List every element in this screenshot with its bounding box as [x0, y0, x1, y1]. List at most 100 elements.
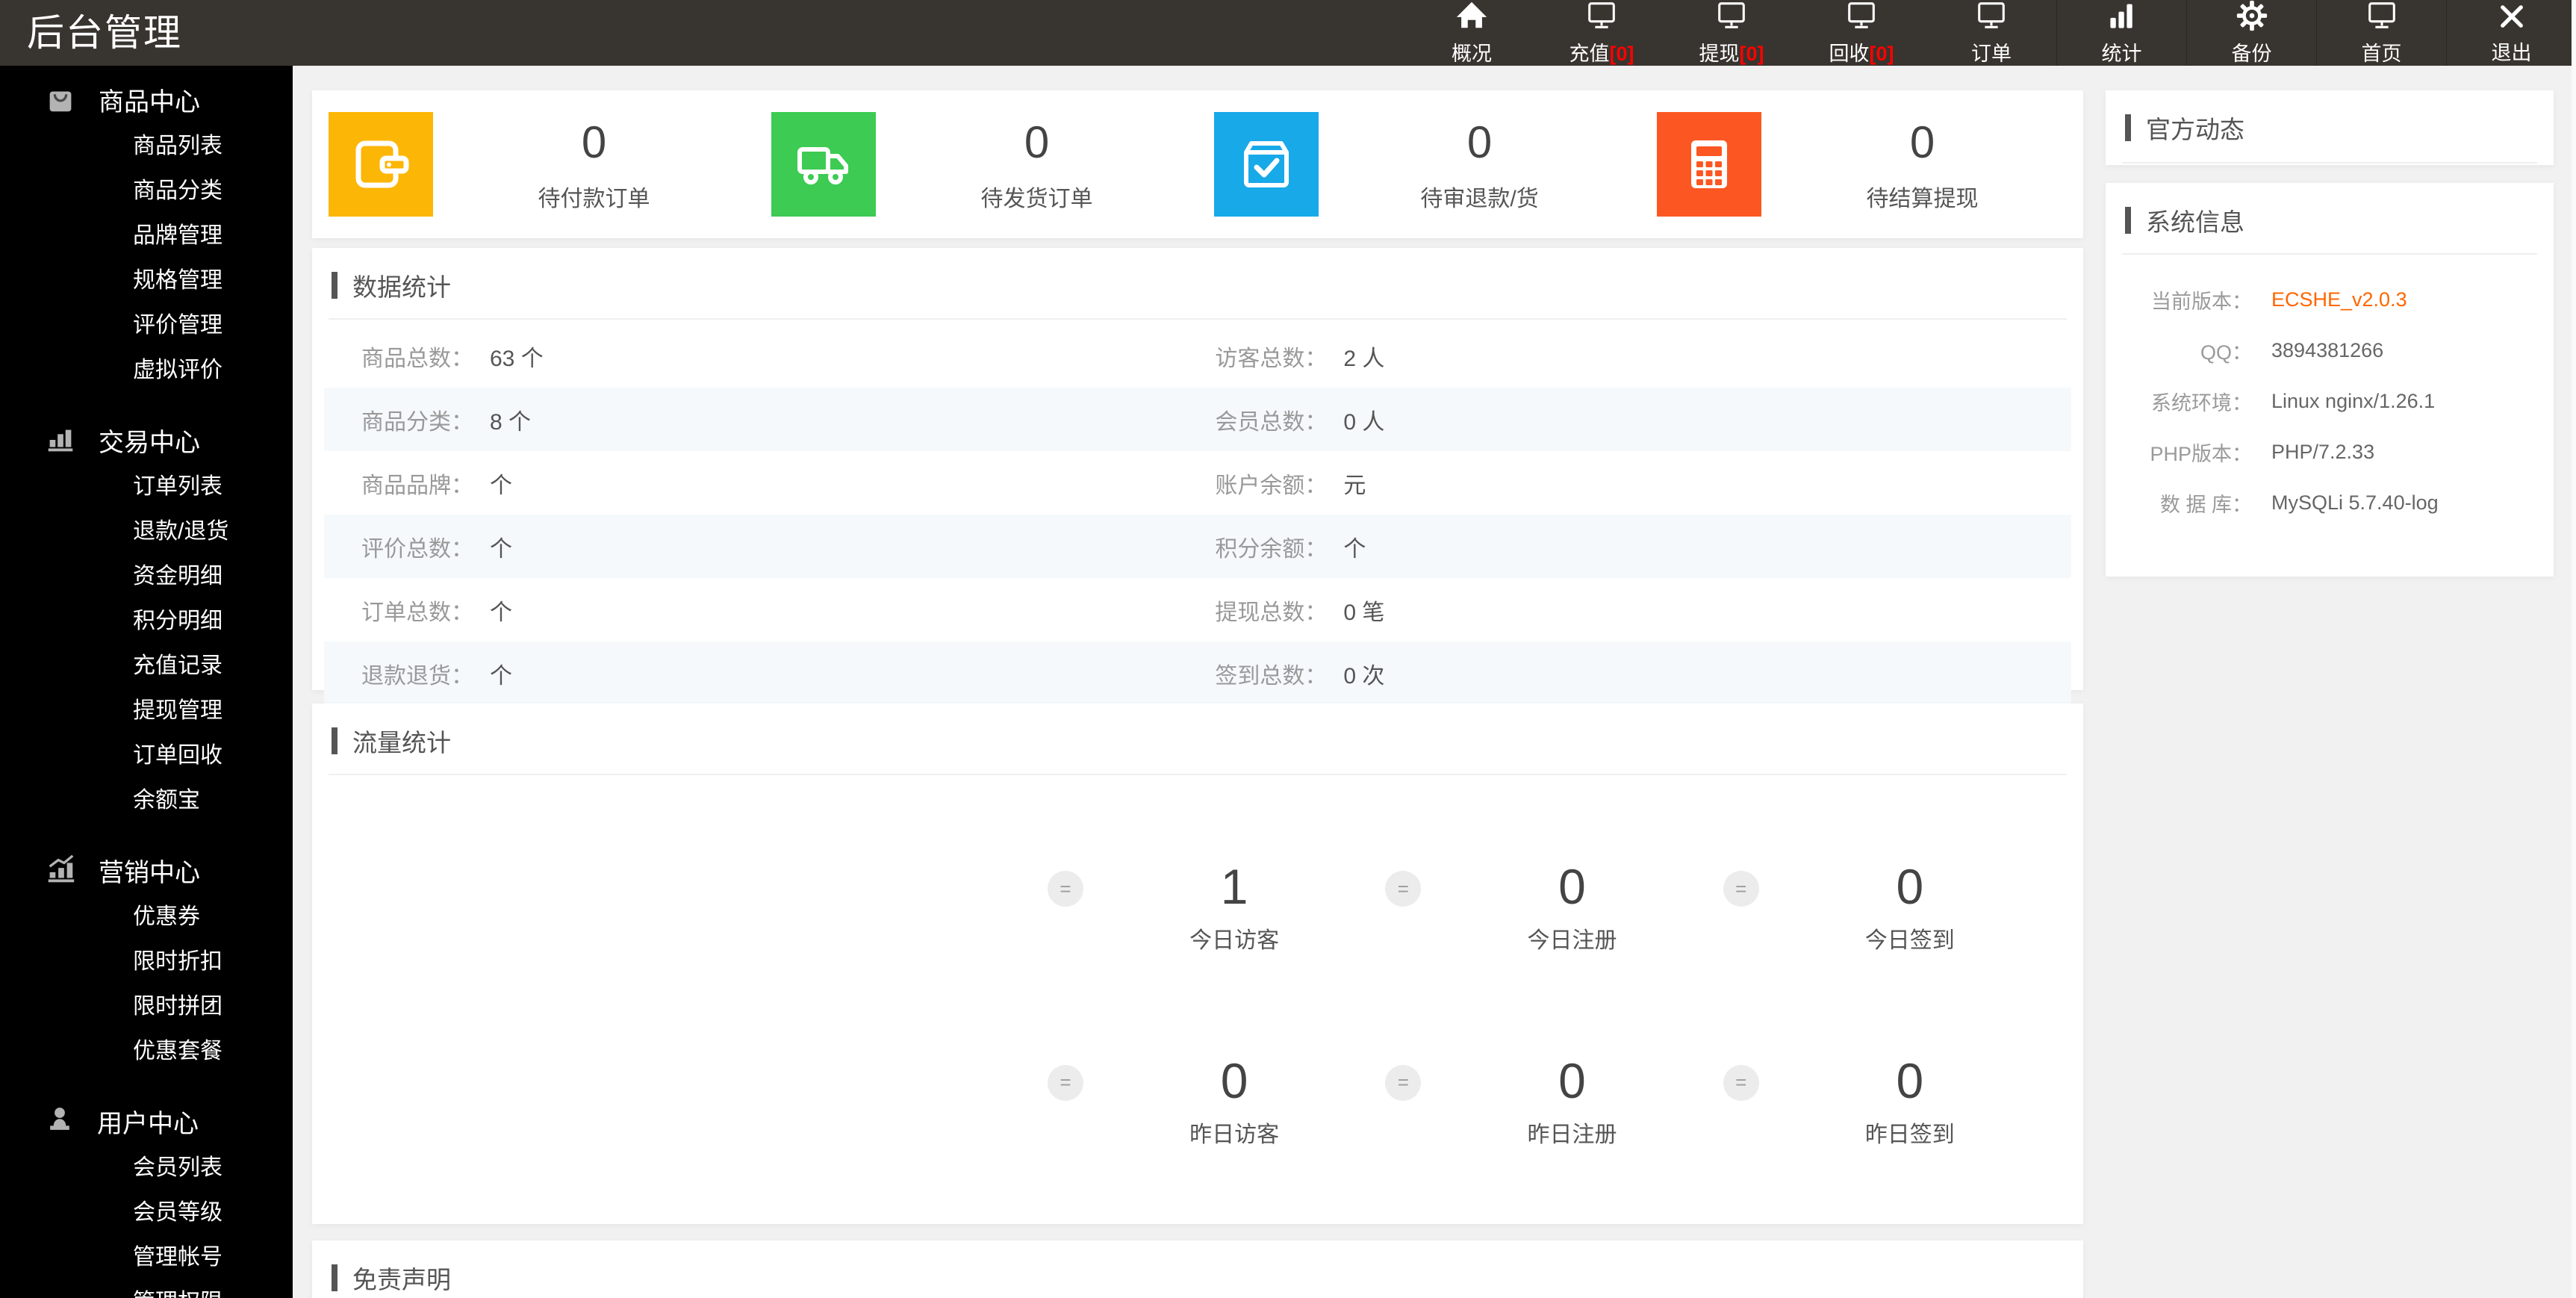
sidebar-item-member-level[interactable]: 会员等级 [0, 1190, 293, 1235]
card-value: 0 [581, 117, 607, 167]
sidebar-head-user[interactable]: 用户中心 [0, 1096, 293, 1146]
stat-value: 0 笔 [1343, 600, 1385, 625]
sidebar-item-recharge-record[interactable]: 充值记录 [0, 644, 293, 689]
traffic-stat: = 0 今日注册 [1385, 859, 1723, 954]
nav-badge: [0] [1869, 42, 1894, 65]
section-title: 官方动态 [2146, 116, 2244, 143]
sidebar-head-marketing[interactable]: 营销中心 [0, 845, 293, 895]
sidebar-section-user: 用户中心 会员列表 会员等级 管理帐号 管理权限 [0, 1096, 293, 1298]
nav-overview[interactable]: 概况 [1407, 0, 1537, 66]
info-value: Linux nginx/1.26.1 [2271, 389, 2436, 412]
bar-chart-icon [2106, 0, 2138, 33]
traffic-stat: = 0 昨日注册 [1385, 1053, 1723, 1149]
sidebar-item-points-detail[interactable]: 积分明细 [0, 599, 293, 644]
nav-orders[interactable]: 订单 [1926, 0, 2056, 66]
sidebar-item-member-list[interactable]: 会员列表 [0, 1146, 293, 1190]
sidebar-item-brand-manage[interactable]: 品牌管理 [0, 214, 293, 258]
sidebar-item-goods-list[interactable]: 商品列表 [0, 124, 293, 169]
traffic-value: 1 [1220, 859, 1248, 914]
nav-label: 充值 [1569, 42, 1610, 65]
nav-backup[interactable]: 备份 [2186, 0, 2316, 66]
sidebar-item-spec-manage[interactable]: 规格管理 [0, 258, 293, 303]
card-label: 待结算提现 [1866, 186, 1979, 211]
sidebar-item-combo-deal[interactable]: 优惠套餐 [0, 1029, 293, 1074]
equals-icon: = [1723, 871, 1759, 907]
stat-label: 账户余额： [1215, 473, 1328, 498]
equals-icon: = [1385, 1064, 1422, 1101]
traffic-value: 0 [1558, 859, 1586, 914]
stat-label: 提现总数： [1215, 600, 1328, 625]
stat-value: 个 [490, 600, 512, 625]
sidebar-item-virtual-review[interactable]: 虚拟评价 [0, 348, 293, 393]
section-header: 流量统计 [312, 704, 2083, 759]
version-link[interactable]: ECSHE_v2.0.3 [2271, 288, 2407, 311]
header-accent-bar [2125, 207, 2131, 234]
calculator-icon [1657, 112, 1761, 217]
card-value: 0 [1024, 117, 1050, 167]
traffic-value: 0 [1896, 859, 1924, 914]
nav-statistics[interactable]: 统计 [2056, 0, 2186, 66]
sidebar-item-admin-permission[interactable]: 管理权限 [0, 1280, 293, 1298]
sidebar-section-goods: 商品中心 商品列表 商品分类 品牌管理 规格管理 评价管理 虚拟评价 [0, 75, 293, 393]
gear-icon [2235, 0, 2269, 33]
sidebar-item-goods-category[interactable]: 商品分类 [0, 169, 293, 214]
data-stats-rows: 商品总数： 63 个 访客总数： 2 人 商品分类： 8 个 会员总数： 0 人 商品品… [312, 320, 2083, 714]
table-row: 商品分类： 8 个 会员总数： 0 人 [324, 388, 2071, 451]
sidebar-item-yuebao[interactable]: 余额宝 [0, 778, 293, 823]
top-bar: 后台管理 概况 充值[0] 提现[0] 回收[0] 订单 统计 备份 首页 退出 [0, 0, 2576, 66]
traffic-stat: = 0 昨日签到 [1723, 1053, 2061, 1149]
sidebar-item-review-manage[interactable]: 评价管理 [0, 303, 293, 348]
nav-withdraw[interactable]: 提现[0] [1667, 0, 1796, 66]
sidebar-item-group-buy[interactable]: 限时拼团 [0, 984, 293, 1029]
table-row: 退款退货： 个 签到总数： 0 次 [324, 642, 2071, 705]
stat-label: 访客总数： [1215, 346, 1328, 371]
list-item: QQ： 3894381266 [2124, 325, 2536, 376]
sidebar-item-order-list[interactable]: 订单列表 [0, 465, 293, 509]
traffic-label: 今日访客 [1189, 928, 1280, 953]
wallet-icon [329, 112, 433, 217]
traffic-stat: = 0 昨日访客 [1048, 1053, 1385, 1149]
nav-home-page[interactable]: 首页 [2316, 0, 2446, 66]
nav-recharge[interactable]: 充值[0] [1537, 0, 1667, 66]
sidebar-item-coupon[interactable]: 优惠券 [0, 895, 293, 940]
sidebar-item-order-recycle[interactable]: 订单回收 [0, 733, 293, 778]
equals-icon: = [1385, 871, 1422, 907]
info-label: PHP版本： [2150, 442, 2252, 465]
sidebar-head-goods[interactable]: 商品中心 [0, 75, 293, 124]
traffic-label: 昨日访客 [1189, 1122, 1280, 1147]
traffic-row-yesterday: = 0 昨日访客 = 0 昨日注册 = 0 昨日签到 [1048, 1053, 2061, 1149]
table-row: 商品品牌： 个 账户余额： 元 [324, 451, 2071, 515]
bar-chart-icon [48, 429, 73, 452]
stat-label: 会员总数： [1215, 409, 1328, 435]
info-label: 当前版本： [2151, 290, 2252, 313]
sidebar-item-flash-discount[interactable]: 限时折扣 [0, 940, 293, 984]
nav-badge: [0] [1609, 42, 1634, 65]
divider [2122, 162, 2537, 164]
sidebar-head-trade[interactable]: 交易中心 [0, 415, 293, 465]
traffic-value: 0 [1220, 1052, 1248, 1108]
sidebar-section-title: 营销中心 [99, 858, 200, 887]
sidebar-item-withdraw-manage[interactable]: 提现管理 [0, 689, 293, 733]
page-scrollbar[interactable] [2572, 0, 2576, 1298]
sidebar-item-refund-return[interactable]: 退款/退货 [0, 509, 293, 554]
sidebar: 商品中心 商品列表 商品分类 品牌管理 规格管理 评价管理 虚拟评价 交易中心 … [0, 66, 293, 1298]
sidebar-item-fund-detail[interactable]: 资金明细 [0, 554, 293, 599]
home-icon [1455, 0, 1489, 33]
header-accent-bar [332, 727, 337, 754]
info-value: PHP/7.2.33 [2271, 440, 2375, 463]
traffic-row-today: = 1 今日访客 = 0 今日注册 = 0 今日签到 [1048, 859, 2061, 954]
sidebar-section-marketing: 营销中心 优惠券 限时折扣 限时拼团 优惠套餐 [0, 845, 293, 1074]
monitor-icon [1974, 0, 2009, 33]
sidebar-item-admin-account[interactable]: 管理帐号 [0, 1235, 293, 1280]
info-value: MySQLi 5.7.40-log [2271, 491, 2439, 514]
section-title: 数据统计 [352, 273, 451, 301]
nav-recycle[interactable]: 回收[0] [1796, 0, 1926, 66]
info-label: 数 据 库： [2159, 493, 2252, 516]
traffic-stats-panel: 流量统计 = 1 今日访客 = 0 今日注册 = 0 今日签到 = 0 昨日访客 = [312, 704, 2083, 1224]
system-info-rows: 当前版本： ECSHE_v2.0.3 QQ： 3894381266 系统环境： … [2106, 255, 2554, 528]
sidebar-section-title: 商品中心 [99, 87, 200, 117]
nav-label: 首页 [2361, 42, 2402, 65]
nav-logout[interactable]: 退出 [2446, 0, 2576, 66]
traffic-stat: = 0 今日签到 [1723, 859, 2061, 954]
stat-value: 元 [1343, 473, 1366, 498]
